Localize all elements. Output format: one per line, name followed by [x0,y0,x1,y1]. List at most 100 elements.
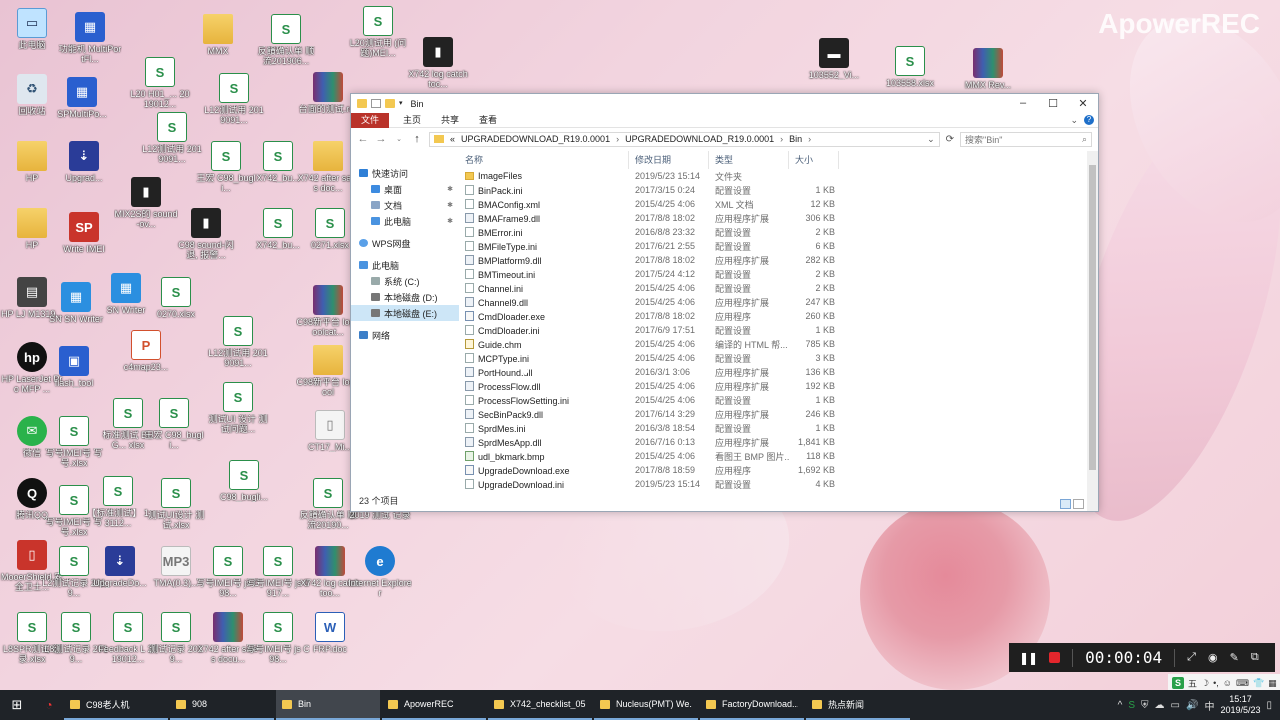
table-row[interactable]: ImageFiles 2019/5/23 15:14 文件夹 [459,169,1098,183]
desktop-icon-item[interactable]: S 反饋确认单 顺流201906... [254,14,318,66]
column-type[interactable]: 类型 [709,151,789,169]
sogou-tray-icon[interactable]: S [1128,700,1135,711]
nav-drive-c[interactable]: 系统 (C:) [351,273,459,289]
desktop-icon-item[interactable]: e Internet Explorer [348,546,412,598]
desktop-icon-item[interactable]: ⇣ Upgrad... [52,141,116,183]
window-icon[interactable]: ⧉ [1251,651,1259,664]
expand-ribbon-icon[interactable]: ⌄ [1070,115,1078,126]
breadcrumb-segment[interactable]: UPGRADEDOWNLOAD_R19.0.0001 [461,134,610,144]
search-icon[interactable]: ◔ [34,698,64,712]
desktop-icon-item[interactable]: S 【标准测试】 13112... [86,476,150,528]
desktop-icon-item[interactable]: MMX Rev... [956,48,1020,90]
moon-icon[interactable]: ☽ [1201,678,1209,689]
camera-icon[interactable]: ◉ [1208,651,1218,664]
table-row[interactable]: SprdMes.ini 2016/3/8 18:54 配置设置 1 KB [459,421,1098,435]
forward-icon[interactable]: → [375,133,387,145]
table-row[interactable]: Guide.chm 2015/4/25 4:06 编译的 HTML 帮... 785 … [459,337,1098,351]
taskbar-item[interactable]: X742_checklist_05... [488,690,592,720]
nav-desktop[interactable]: 桌面 ✱ [351,181,459,197]
breadcrumb-segment[interactable]: Bin [789,134,802,144]
nav-quick-access[interactable]: 快速访问 [351,165,459,181]
back-icon[interactable]: ← [357,133,369,145]
breadcrumb-overflow[interactable]: « [450,134,455,144]
table-row[interactable]: PortHound.dll 2016/3/1 3:06 应用程序扩展 136 KB [459,365,1098,379]
windows-start-icon[interactable]: ⊞ [0,697,34,713]
desktop-icon-item[interactable]: ▮ C98 sound-闪退, 报警... [174,208,238,260]
table-row[interactable]: BMFileType.ini 2017/6/21 2:55 配置设置 6 KB [459,239,1098,253]
customize-dropdown-icon[interactable]: ▾ [399,99,403,108]
table-row[interactable]: BMError.ini 2016/8/8 23:32 配置设置 2 KB [459,225,1098,239]
up-icon[interactable]: ↑ [411,133,423,145]
desktop-icon-item[interactable]: SP Write IMEI [52,212,116,254]
desktop-icon-item[interactable]: S C98_bugli... [212,460,276,502]
desktop-icon-item[interactable]: ▦ 功能机 MultiPortFl... [58,12,122,64]
breadcrumb-separator-icon[interactable]: › [808,134,811,144]
table-row[interactable]: BMTimeout.ini 2017/5/24 4:12 配置设置 2 KB [459,267,1098,281]
ime-mode[interactable]: 五 [1188,677,1197,690]
notification-icon[interactable]: ▯ [1266,700,1272,711]
taskbar-item[interactable]: ApowerREC [382,690,486,720]
taskbar-item[interactable]: FactoryDownload... [700,690,804,720]
desktop-icon-item[interactable]: ▭ 此电脑 [0,8,64,50]
taskbar-item[interactable]: 热点新闻 [806,690,910,720]
desktop-icon-item[interactable]: S 0270.xlsx [144,277,208,319]
close-button[interactable]: ✕ [1068,97,1098,110]
tab-file[interactable]: 文件 [351,112,390,128]
nav-drive-e[interactable]: 本地磁盘 (E:) [351,305,459,321]
pen-icon[interactable]: ✎ [1230,651,1239,664]
desktop-icon-item[interactable]: W FRP.doc [298,612,362,654]
desktop-icon-item[interactable]: ▮ X742 log catch toc... [406,37,470,89]
properties-icon[interactable] [371,99,381,108]
maximize-button[interactable]: ☐ [1038,97,1068,110]
table-row[interactable]: MCPType.ini 2015/4/25 4:06 配置设置 3 KB [459,351,1098,365]
desktop-icon-item[interactable]: Pc4map23... [114,330,178,372]
nav-drive-d[interactable]: 本地磁盘 (D:) [351,289,459,305]
table-row[interactable]: udl_bkmark.bmp 2015/4/25 4:06 看图王 BMP 图片..… [459,449,1098,463]
address-dropdown-icon[interactable]: ⌄ [923,134,939,145]
taskbar-item[interactable]: Bin [276,690,380,720]
table-row[interactable]: UpgradeDownload.exe 2017/8/8 18:59 应用程序 1,6… [459,463,1098,477]
address-bar[interactable]: « UPGRADEDOWNLOAD_R19.0.0001 › UPGRADEDO… [429,131,940,147]
table-row[interactable]: ProcessFlowSetting.ini 2015/4/25 4:06 配置设置… [459,393,1098,407]
ime-icon[interactable]: 中 [1204,698,1214,713]
table-row[interactable]: CmdDloader.ini 2017/6/9 17:51 配置设置 1 KB [459,323,1098,337]
nav-this-pc-pinned[interactable]: 此电脑 ✱ [351,213,459,229]
desktop-icon-item[interactable]: ▦ SPMultiPo... [50,77,114,119]
large-icons-view-icon[interactable] [1073,499,1084,509]
help-icon[interactable]: ? [1084,115,1094,125]
table-row[interactable]: CmdDloader.exe 2017/8/8 18:02 应用程序 260 KB [459,309,1098,323]
volume-icon[interactable]: 🔊 [1186,700,1198,711]
punctuation-icon[interactable]: •, [1213,678,1219,688]
taskbar-item[interactable]: C98老人机 [64,690,168,720]
table-row[interactable]: SecBinPack9.dll 2017/6/14 3:29 应用程序扩展 246 K… [459,407,1098,421]
search-box[interactable]: 搜索"Bin" ⌕ [960,131,1092,147]
tab-home[interactable]: 主页 [393,113,431,128]
desktop-icon-item[interactable]: S 103558.xlsx [878,46,942,88]
pause-icon[interactable]: ❚❚ [1019,651,1038,665]
table-row[interactable]: ProcessFlow.dll 2015/4/25 4:06 应用程序扩展 192 K… [459,379,1098,393]
column-date[interactable]: 修改日期 [629,151,709,169]
nav-this-pc[interactable]: 此电脑 [351,257,459,273]
skin-icon[interactable]: 👕 [1253,678,1264,689]
breadcrumb-segment[interactable]: UPGRADEDOWNLOAD_R19.0.0001 [625,134,774,144]
table-row[interactable]: BMAConfig.xml 2015/4/25 4:06 XML 文档 12 KB [459,197,1098,211]
refresh-icon[interactable]: ⟳ [946,134,954,145]
desktop-icon-item[interactable]: S L20 H01_... 2019012... [128,57,192,109]
taskbar-item[interactable]: 908 [170,690,274,720]
table-row[interactable]: Channel.ini 2015/4/25 4:06 配置设置 2 KB [459,281,1098,295]
desktop-icon-item[interactable]: S L20测试用 (问题)MEI... [346,6,410,58]
show-hidden-icon[interactable]: ^ [1118,700,1123,711]
network-icon[interactable]: ▭ [1171,700,1180,711]
desktop-icon-item[interactable]: ▬ 103552_Vi... [802,38,866,80]
recent-dropdown-icon[interactable]: ⌄ [393,135,405,143]
table-row[interactable]: BinPack.ini 2017/3/15 0:24 配置设置 1 KB [459,183,1098,197]
stop-icon[interactable] [1049,652,1061,663]
taskbar-item[interactable]: Nucleus(PMT) We... [594,690,698,720]
tab-view[interactable]: 查看 [469,113,507,128]
desktop-icon-item[interactable]: ▣ flash_tool [42,346,106,388]
cloud-icon[interactable]: ☁ [1155,700,1165,711]
desktop-icon-item[interactable]: ⇣ UpgradeDo... [88,546,152,588]
desktop-icon-item[interactable]: S 王宏 C98_bugli... [142,398,206,450]
breadcrumb-separator-icon[interactable]: › [616,134,619,144]
nav-documents[interactable]: 文档 ✱ [351,197,459,213]
